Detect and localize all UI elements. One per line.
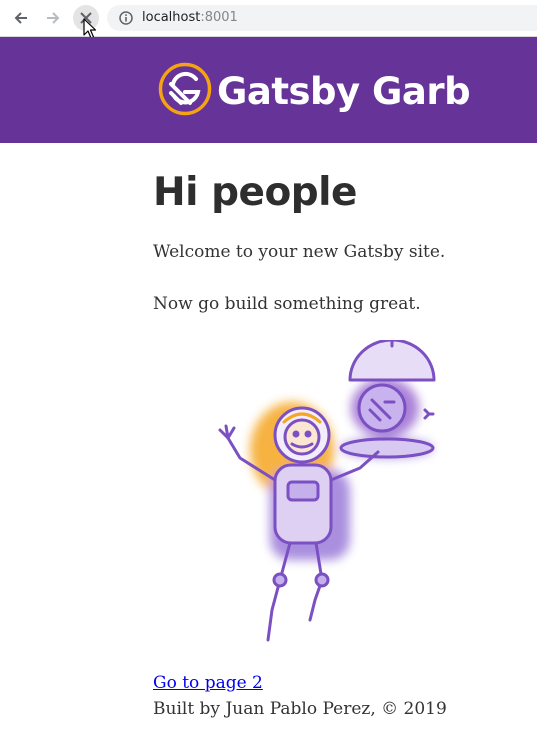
go-to-page-2-link[interactable]: Go to page 2	[153, 672, 263, 694]
url-port: :8001	[200, 10, 238, 25]
build-paragraph: Now go build something great.	[153, 294, 421, 314]
back-button[interactable]	[8, 5, 34, 31]
address-bar[interactable]: localhost:8001	[107, 5, 537, 31]
info-icon[interactable]	[119, 11, 133, 25]
forward-arrow-icon	[47, 12, 60, 24]
back-arrow-icon	[14, 12, 27, 24]
site-title[interactable]: Gatsby Garb	[217, 68, 471, 116]
url-host: localhost	[142, 10, 201, 25]
gatsby-logo-icon[interactable]	[158, 62, 212, 116]
url-text[interactable]: localhost:8001	[142, 10, 238, 26]
astronaut-illustration	[218, 340, 436, 642]
footer-text: Built by Juan Pablo Perez, © 2019	[153, 699, 447, 719]
forward-button[interactable]	[40, 5, 66, 31]
site-header: Gatsby Garb	[0, 37, 537, 143]
page-title: Hi people	[153, 170, 357, 215]
browser-toolbar: localhost:8001	[0, 0, 537, 39]
welcome-paragraph: Welcome to your new Gatsby site.	[153, 242, 446, 262]
